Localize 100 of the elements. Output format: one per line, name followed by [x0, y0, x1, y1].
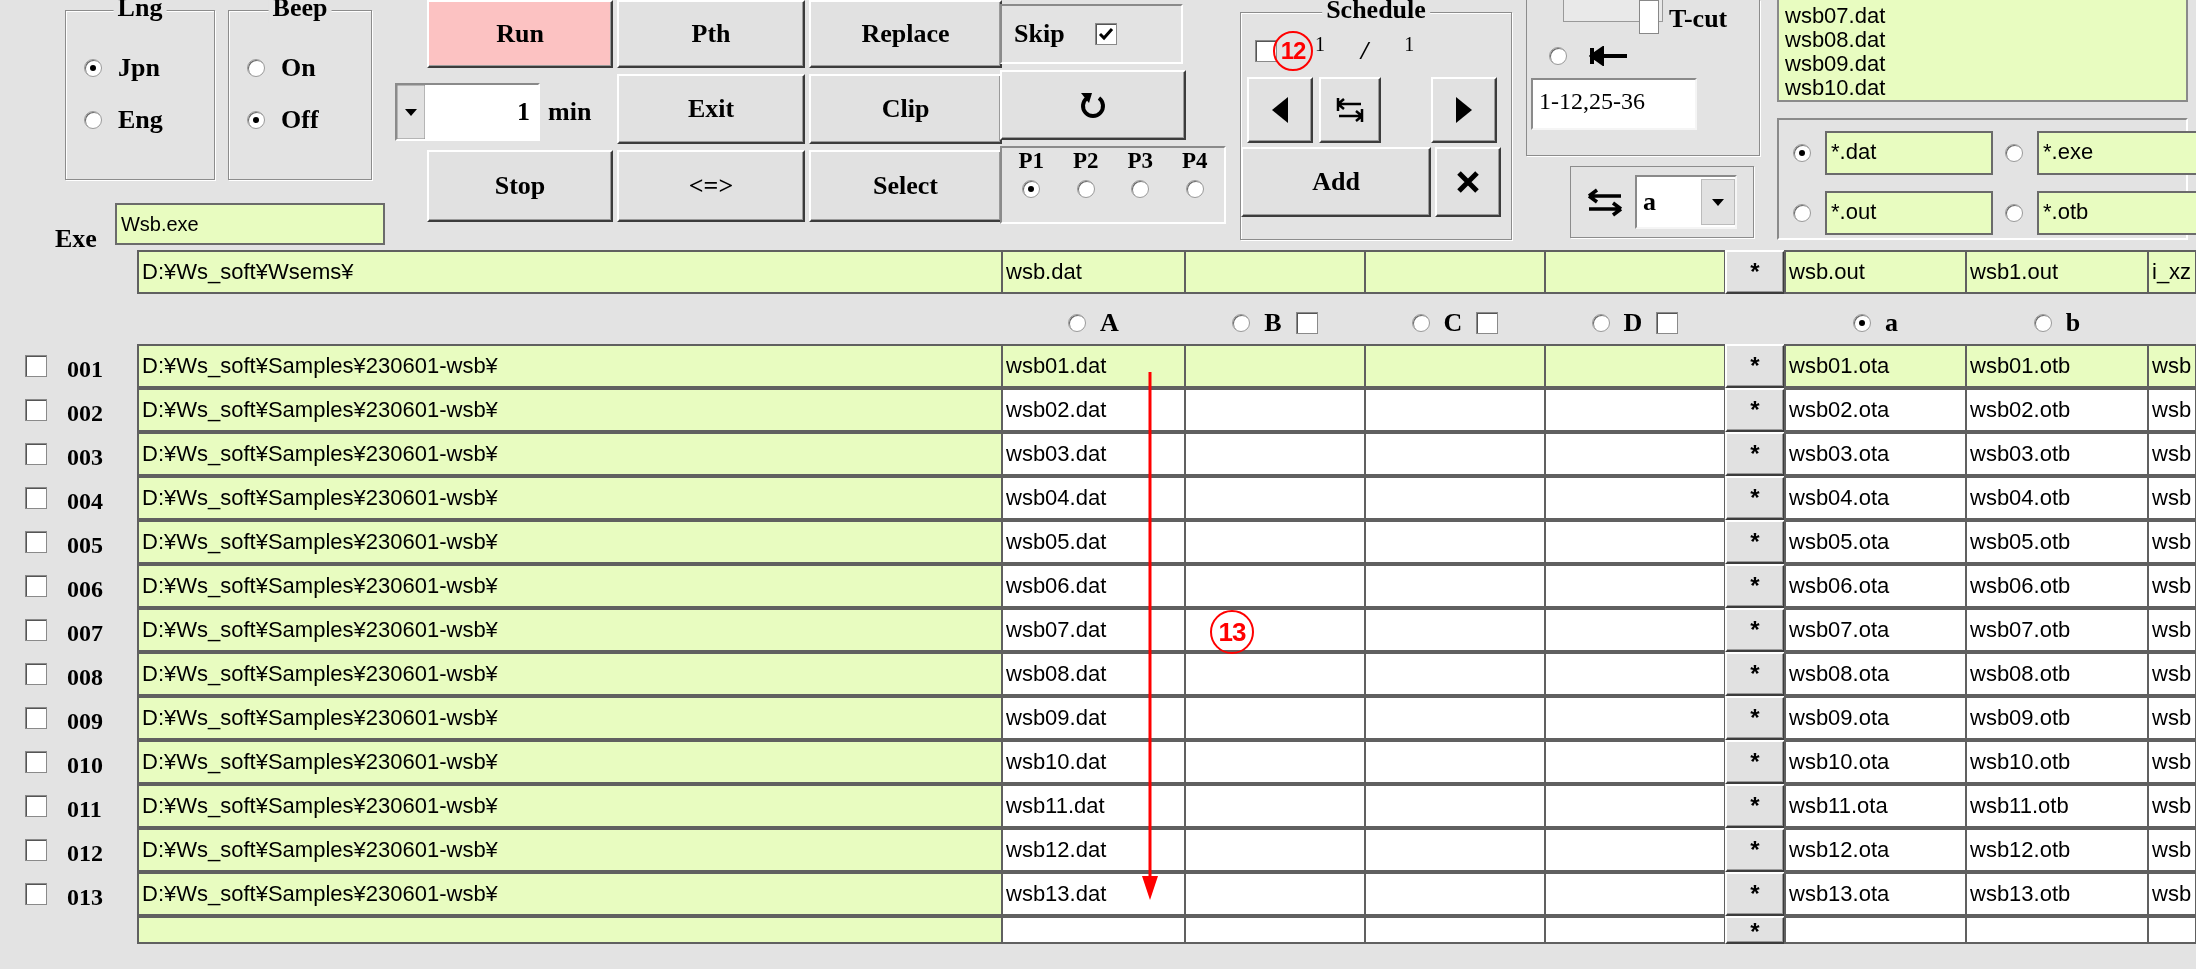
output-file-field[interactable]: wsb02.ota [1784, 388, 1967, 432]
add-button[interactable]: Add [1241, 147, 1431, 217]
output-file-field[interactable] [2147, 916, 2196, 944]
input-file-field[interactable] [1184, 740, 1366, 784]
output-file-field[interactable]: wsb.out [1784, 250, 1967, 294]
radio-button[interactable] [1793, 204, 1811, 222]
input-file-field[interactable]: wsb04.dat [1001, 476, 1186, 520]
toolbar-button[interactable]: Select [809, 150, 1002, 222]
input-file-field[interactable]: wsb09.dat [1001, 696, 1186, 740]
output-file-field[interactable]: wsb [2147, 740, 2196, 784]
input-file-field[interactable] [1364, 250, 1546, 294]
list-item[interactable]: wsb08.dat [1785, 28, 2180, 52]
output-file-field[interactable]: wsb03.otb [1965, 432, 2149, 476]
radio-button[interactable] [84, 59, 102, 77]
input-file-field[interactable]: wsb06.dat [1001, 564, 1186, 608]
checkbox[interactable] [25, 707, 47, 729]
input-file-field[interactable]: wsb08.dat [1001, 652, 1186, 696]
input-file-field[interactable] [1364, 608, 1546, 652]
radio-button[interactable] [1793, 144, 1811, 162]
input-file-field[interactable] [1184, 784, 1366, 828]
input-file-field[interactable] [1184, 388, 1366, 432]
output-file-field[interactable]: wsb06.ota [1784, 564, 1967, 608]
output-file-field[interactable]: wsb12.ota [1784, 828, 1967, 872]
input-file-field[interactable] [1364, 344, 1546, 388]
toolbar-button[interactable]: Exit [617, 74, 805, 144]
filter-field[interactable]: *.dat [1825, 131, 1993, 175]
checkbox[interactable] [25, 795, 47, 817]
output-file-field[interactable]: wsb03.ota [1784, 432, 1967, 476]
input-file-field[interactable] [1184, 696, 1366, 740]
checkbox[interactable] [25, 487, 47, 509]
action-button[interactable]: * [1725, 740, 1785, 784]
action-button[interactable]: * [1725, 520, 1785, 564]
input-file-field[interactable]: wsb01.dat [1001, 344, 1186, 388]
input-file-field[interactable] [1544, 250, 1726, 294]
output-file-field[interactable]: wsb [2147, 828, 2196, 872]
path-field[interactable] [137, 916, 1003, 944]
input-file-field[interactable] [1184, 344, 1366, 388]
input-file-field[interactable]: wsb11.dat [1001, 784, 1186, 828]
checkbox[interactable] [25, 531, 47, 553]
toolbar-button[interactable]: <=> [617, 150, 805, 222]
path-field[interactable]: D:¥Ws_soft¥Samples¥230601-wsb¥ [137, 476, 1003, 520]
input-file-field[interactable]: wsb05.dat [1001, 520, 1186, 564]
output-file-field[interactable]: wsb11.ota [1784, 784, 1967, 828]
checkbox[interactable] [25, 883, 47, 905]
list-item[interactable]: wsb09.dat [1785, 52, 2180, 76]
input-file-field[interactable] [1544, 740, 1726, 784]
path-field[interactable]: D:¥Ws_soft¥Samples¥230601-wsb¥ [137, 388, 1003, 432]
output-file-field[interactable]: wsb [2147, 388, 2196, 432]
exe-field[interactable]: Wsb.exe [114, 203, 385, 245]
output-file-field[interactable]: wsb08.ota [1784, 652, 1967, 696]
action-button[interactable]: * [1725, 652, 1785, 696]
checkbox[interactable] [1656, 312, 1679, 334]
checkbox[interactable] [1094, 23, 1117, 45]
slider[interactable] [1563, 0, 1663, 34]
action-button[interactable]: * [1725, 388, 1785, 432]
action-button[interactable]: * [1725, 872, 1785, 916]
output-file-field[interactable]: wsb [2147, 520, 2196, 564]
list-item[interactable]: wsb07.dat [1785, 4, 2180, 28]
combo-box[interactable]: a [1635, 175, 1737, 229]
radio-button[interactable] [247, 111, 265, 129]
output-file-field[interactable]: wsb06.otb [1965, 564, 2149, 608]
output-file-field[interactable]: wsb [2147, 476, 2196, 520]
path-field[interactable]: D:¥Ws_soft¥Samples¥230601-wsb¥ [137, 564, 1003, 608]
radio-button[interactable] [84, 111, 102, 129]
input-file-field[interactable] [1544, 828, 1726, 872]
dropdown-icon[interactable] [397, 85, 425, 139]
path-field[interactable]: D:¥Ws_soft¥Samples¥230601-wsb¥ [137, 520, 1003, 564]
radio-button[interactable] [1185, 180, 1204, 198]
input-file-field[interactable] [1001, 916, 1186, 944]
output-file-field[interactable]: wsb [2147, 872, 2196, 916]
path-field[interactable]: D:¥Ws_soft¥Samples¥230601-wsb¥ [137, 696, 1003, 740]
output-file-field[interactable]: wsb09.otb [1965, 696, 2149, 740]
input-file-field[interactable] [1544, 520, 1726, 564]
input-file-field[interactable]: wsb10.dat [1001, 740, 1186, 784]
jump-button[interactable] [1319, 77, 1381, 143]
input-file-field[interactable] [1184, 652, 1366, 696]
input-file-field[interactable] [1184, 608, 1366, 652]
input-file-field[interactable] [1544, 564, 1726, 608]
input-file-field[interactable] [1544, 652, 1726, 696]
path-field[interactable]: D:¥Ws_soft¥Samples¥230601-wsb¥ [137, 344, 1003, 388]
range-field[interactable]: 1-12,25-36 [1531, 78, 1697, 130]
output-file-field[interactable]: wsb01.ota [1784, 344, 1967, 388]
file-list[interactable]: wsb07.dat wsb08.dat wsb09.dat wsb10.dat [1777, 0, 2188, 102]
input-file-field[interactable] [1364, 476, 1546, 520]
input-file-field[interactable] [1184, 564, 1366, 608]
path-field[interactable]: D:¥Ws_soft¥Samples¥230601-wsb¥ [137, 740, 1003, 784]
next-button[interactable] [1431, 77, 1497, 143]
input-file-field[interactable] [1184, 250, 1366, 294]
input-file-field[interactable]: wsb13.dat [1001, 872, 1186, 916]
action-button[interactable]: * [1725, 564, 1785, 608]
input-file-field[interactable] [1184, 828, 1366, 872]
radio-button[interactable] [1131, 180, 1150, 198]
path-field[interactable]: D:¥Ws_soft¥Samples¥230601-wsb¥ [137, 652, 1003, 696]
input-file-field[interactable] [1364, 828, 1546, 872]
checkbox[interactable] [1255, 40, 1277, 62]
input-file-field[interactable]: wsb12.dat [1001, 828, 1186, 872]
input-file-field[interactable] [1544, 608, 1726, 652]
radio-button[interactable] [2005, 204, 2023, 222]
input-file-field[interactable] [1364, 564, 1546, 608]
output-file-field[interactable]: wsb04.ota [1784, 476, 1967, 520]
